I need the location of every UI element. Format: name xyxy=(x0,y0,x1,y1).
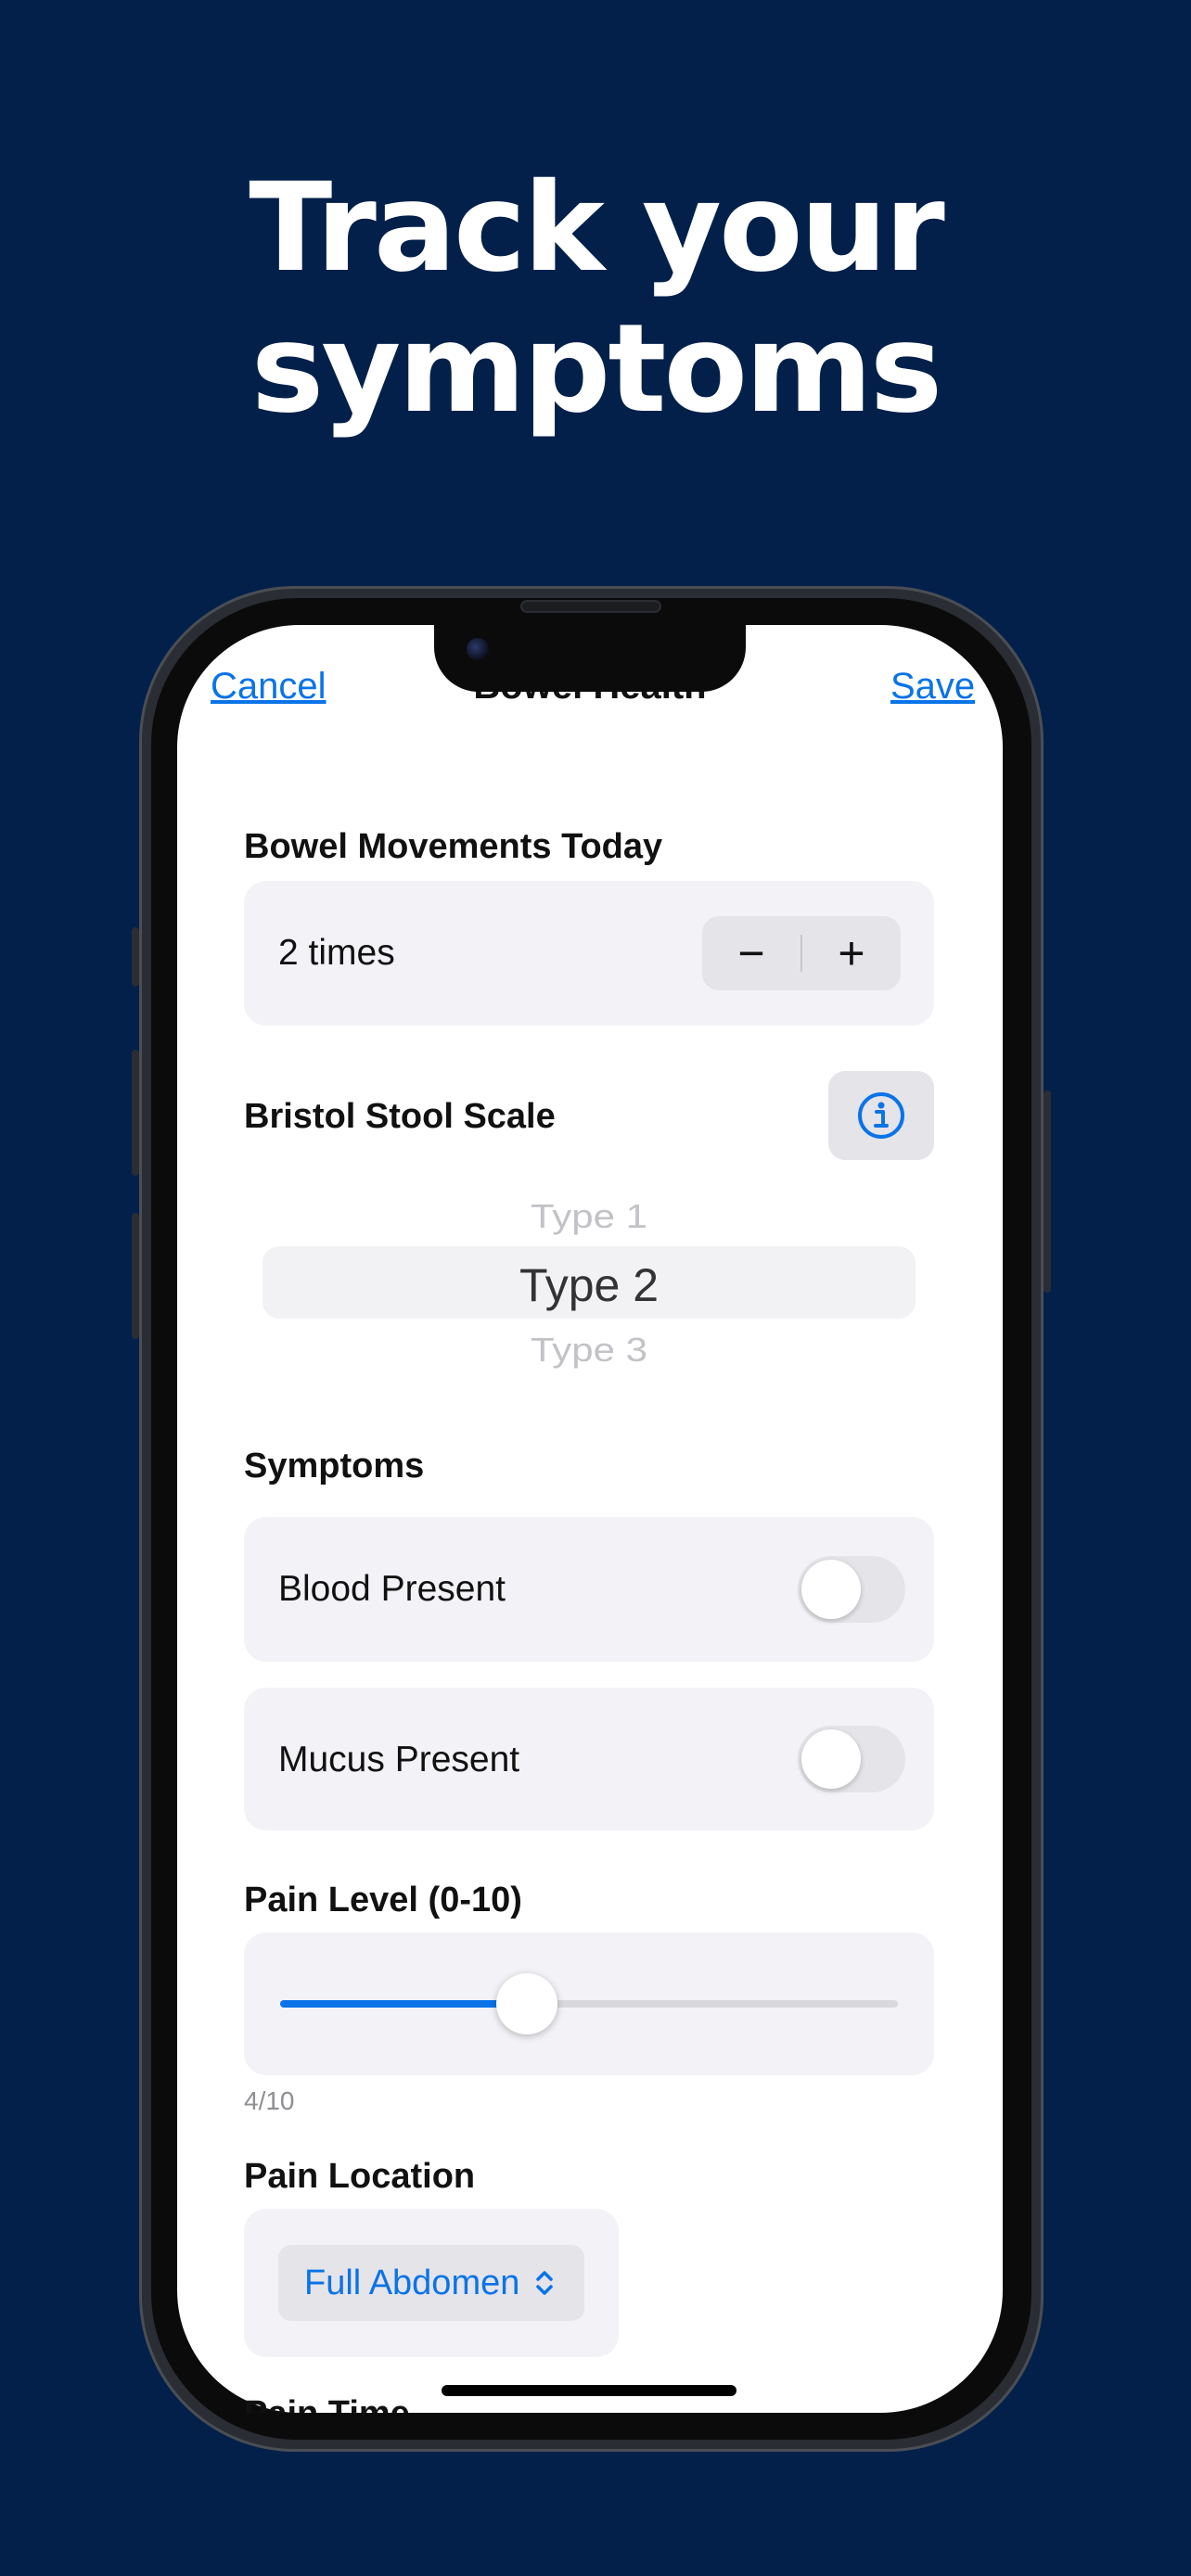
headline: Track your symptoms xyxy=(0,158,1191,440)
pain-level-slider-thumb[interactable] xyxy=(496,1973,558,2034)
save-button[interactable]: Save xyxy=(890,666,975,708)
pain-location-select[interactable]: Full Abdomen xyxy=(278,2245,584,2321)
headline-line-1: Track your xyxy=(249,157,945,300)
phone-volume-up xyxy=(132,1050,139,1176)
bristol-info-button[interactable] xyxy=(828,1071,934,1160)
bowel-movements-stepper[interactable]: − + xyxy=(702,916,901,990)
pain-level-label: Pain Level (0-10) xyxy=(244,1881,522,1919)
bowel-movements-value: 2 times xyxy=(278,933,395,973)
bristol-option-3[interactable]: Type 3 xyxy=(244,1332,934,1370)
phone-volume-down xyxy=(132,1213,139,1339)
increment-button[interactable]: + xyxy=(802,916,901,990)
decrement-button[interactable]: − xyxy=(702,916,800,990)
front-camera xyxy=(467,638,489,660)
bowel-movements-label: Bowel Movements Today xyxy=(244,827,663,866)
phone-power-button xyxy=(1044,1090,1051,1293)
home-indicator[interactable] xyxy=(442,2385,736,2396)
phone-speaker xyxy=(522,602,660,611)
pain-level-slider-fill xyxy=(280,2000,528,2008)
chevron-up-down-icon xyxy=(536,2271,554,2295)
mucus-present-toggle[interactable] xyxy=(798,1726,905,1792)
bristol-option-1[interactable]: Type 1 xyxy=(244,1198,934,1236)
pain-level-value: 4/10 xyxy=(244,2086,295,2115)
toggle-knob xyxy=(801,1560,861,1619)
pain-location-value: Full Abdomen xyxy=(304,2263,520,2302)
headline-line-2: symptoms xyxy=(250,298,943,440)
mucus-present-label: Mucus Present xyxy=(278,1740,520,1779)
pain-level-slider-track[interactable] xyxy=(280,2000,898,2008)
blood-present-label: Blood Present xyxy=(278,1569,506,1609)
toggle-knob xyxy=(801,1729,861,1789)
info-circle-icon xyxy=(858,1092,904,1139)
cancel-button[interactable]: Cancel xyxy=(211,666,327,708)
phone-silent-switch xyxy=(132,927,139,987)
pain-time-label: Pain Time xyxy=(244,2394,410,2413)
pain-location-label: Pain Location xyxy=(244,2157,476,2196)
bristol-scale-label: Bristol Stool Scale xyxy=(244,1097,556,1136)
bristol-option-2[interactable]: Type 2 xyxy=(244,1258,934,1312)
symptoms-label: Symptoms xyxy=(244,1447,425,1486)
blood-present-toggle[interactable] xyxy=(798,1556,905,1623)
